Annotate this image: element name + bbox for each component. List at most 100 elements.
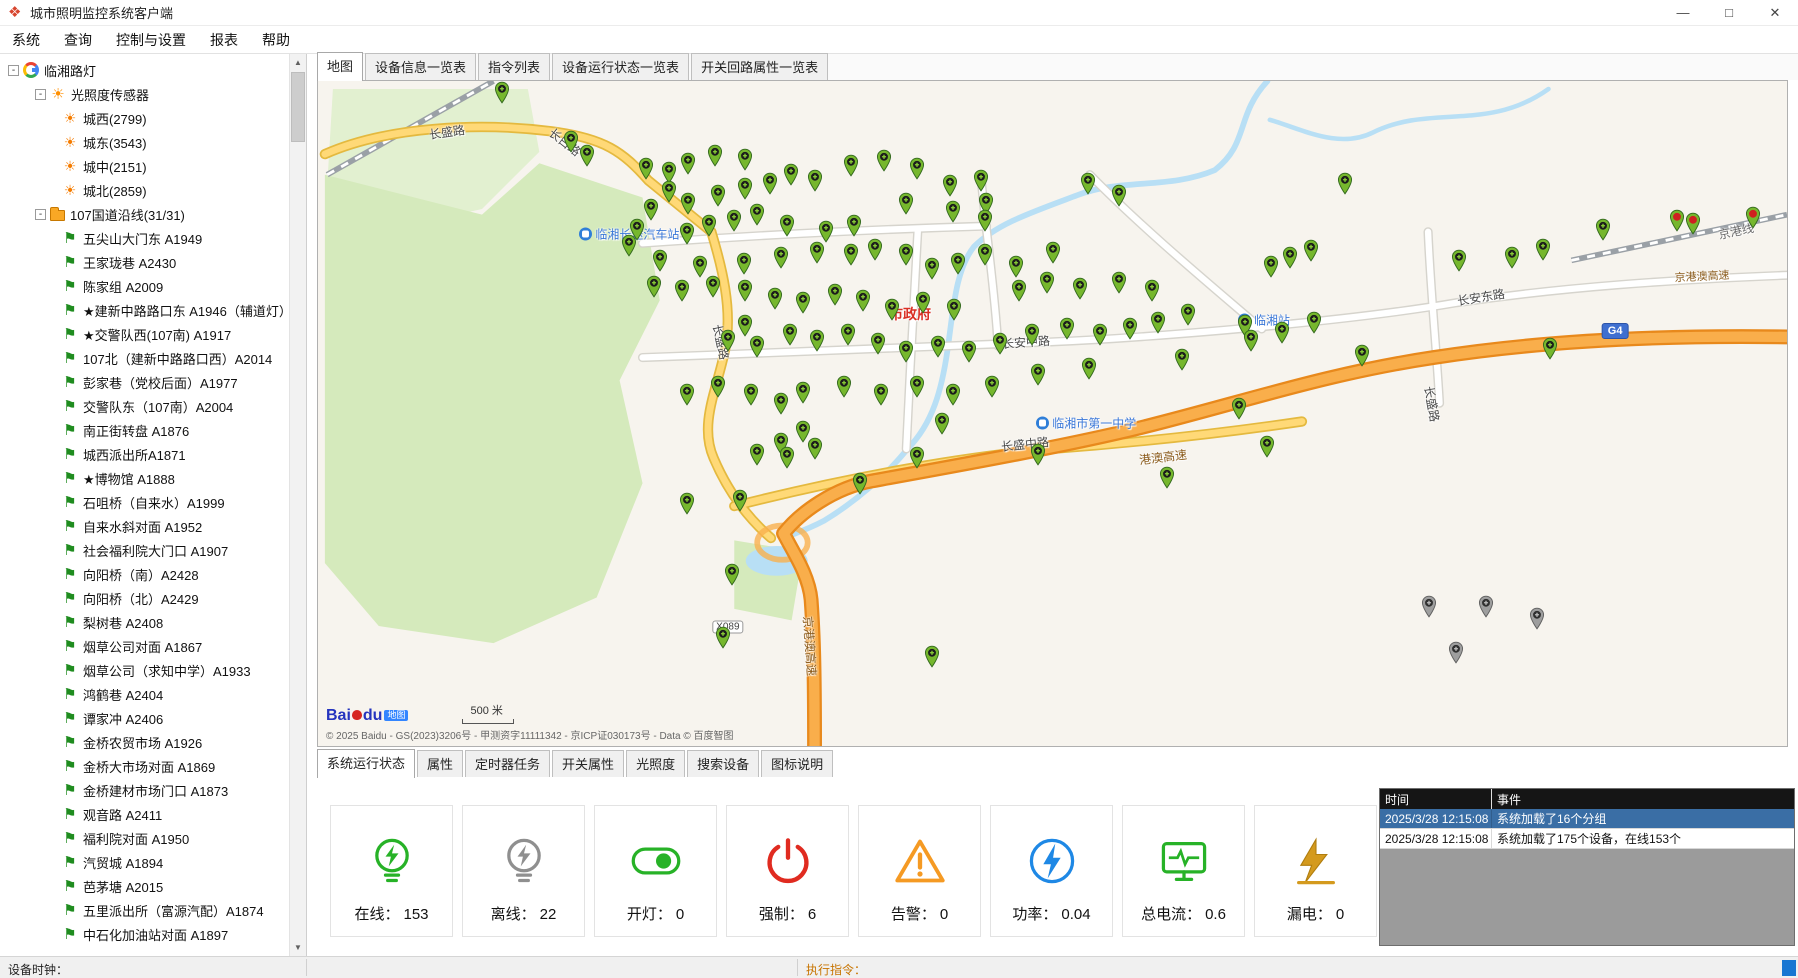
sidebar-scrollbar[interactable]: ▲ ▼ xyxy=(289,54,306,956)
device-pin-marker[interactable] xyxy=(810,241,825,264)
tree-item[interactable]: 烟草公司（求知中学）A1933 xyxy=(0,658,289,682)
device-pin-marker[interactable] xyxy=(1151,311,1166,334)
device-pin-marker[interactable] xyxy=(1421,595,1436,618)
bottom-tab[interactable]: 开关属性 xyxy=(552,750,624,777)
tree-item[interactable]: 鸿鹤巷 A2404 xyxy=(0,682,289,706)
tree-item[interactable]: 城北(2859) xyxy=(0,178,289,202)
bottom-tab[interactable]: 属性 xyxy=(417,750,463,777)
scroll-up-icon[interactable]: ▲ xyxy=(290,54,306,71)
menu-item[interactable]: 报表 xyxy=(198,26,250,53)
tree-item[interactable]: 城西派出所A1871 xyxy=(0,442,289,466)
tree-item[interactable]: 芭茅塘 A2015 xyxy=(0,874,289,898)
tree-item[interactable]: 彭家巷（党校后面）A1977 xyxy=(0,370,289,394)
device-pin-marker[interactable] xyxy=(847,214,862,237)
device-pin-marker[interactable] xyxy=(945,383,960,406)
tree-item[interactable]: 社会福利院大门口 A1907 xyxy=(0,538,289,562)
device-pin-marker[interactable] xyxy=(1174,348,1189,371)
tree-item[interactable]: 福利院对面 A1950 xyxy=(0,826,289,850)
menu-item[interactable]: 控制与设置 xyxy=(104,26,198,53)
tree-item[interactable]: 金桥农贸市场 A1926 xyxy=(0,730,289,754)
device-pin-marker[interactable] xyxy=(1111,184,1126,207)
tree-item[interactable]: 金桥建材市场门口 A1873 xyxy=(0,778,289,802)
device-pin-marker[interactable] xyxy=(841,323,856,346)
device-pin-marker[interactable] xyxy=(1669,209,1684,232)
device-pin-marker[interactable] xyxy=(644,198,659,221)
map-tab[interactable]: 地图 xyxy=(317,52,363,81)
device-pin-marker[interactable] xyxy=(870,332,885,355)
tree-item[interactable]: 谭家冲 A2406 xyxy=(0,706,289,730)
device-pin-marker[interactable] xyxy=(836,375,851,398)
device-pin-marker[interactable] xyxy=(1060,317,1075,340)
device-pin-marker[interactable] xyxy=(961,340,976,363)
scroll-down-icon[interactable]: ▼ xyxy=(290,939,306,956)
tree-item[interactable]: - 光照度传感器 xyxy=(0,82,289,106)
device-pin-marker[interactable] xyxy=(744,383,759,406)
device-pin-marker[interactable] xyxy=(767,287,782,310)
device-pin-marker[interactable] xyxy=(930,335,945,358)
device-pin-marker[interactable] xyxy=(1092,323,1107,346)
tree-item[interactable]: 汽贸城 A1894 xyxy=(0,850,289,874)
bottom-tab[interactable]: 定时器任务 xyxy=(465,750,550,777)
bottom-tab[interactable]: 光照度 xyxy=(626,750,685,777)
device-pin-marker[interactable] xyxy=(784,163,799,186)
device-pin-marker[interactable] xyxy=(1080,172,1095,195)
device-pin-marker[interactable] xyxy=(898,243,913,266)
device-pin-marker[interactable] xyxy=(873,383,888,406)
device-pin-marker[interactable] xyxy=(844,154,859,177)
tree-item[interactable]: 城西(2799) xyxy=(0,106,289,130)
device-pin-marker[interactable] xyxy=(853,472,868,495)
device-pin-marker[interactable] xyxy=(738,177,753,200)
device-pin-marker[interactable] xyxy=(737,252,752,275)
tree-expander-icon[interactable]: - xyxy=(35,209,46,220)
device-pin-marker[interactable] xyxy=(1008,255,1023,278)
tree-item[interactable]: 城中(2151) xyxy=(0,154,289,178)
device-pin-marker[interactable] xyxy=(1030,363,1045,386)
map-tab[interactable]: 设备信息一览表 xyxy=(365,53,476,80)
menu-item[interactable]: 系统 xyxy=(0,26,52,53)
device-pin-marker[interactable] xyxy=(942,174,957,197)
device-pin-marker[interactable] xyxy=(1596,218,1611,241)
tree-item[interactable]: ★博物馆 A1888 xyxy=(0,466,289,490)
device-pin-marker[interactable] xyxy=(951,252,966,275)
device-pin-marker[interactable] xyxy=(1746,206,1761,229)
tree-item[interactable]: 自来水斜对面 A1952 xyxy=(0,514,289,538)
device-pin-marker[interactable] xyxy=(795,381,810,404)
device-pin-marker[interactable] xyxy=(819,220,834,243)
tree-item[interactable]: 107北（建新中路路口西）A2014 xyxy=(0,346,289,370)
device-pin-marker[interactable] xyxy=(1039,271,1054,294)
maximize-button[interactable]: □ xyxy=(1706,0,1752,25)
device-pin-marker[interactable] xyxy=(725,563,740,586)
tree-item[interactable]: 金桥大市场对面 A1869 xyxy=(0,754,289,778)
device-pin-marker[interactable] xyxy=(707,144,722,167)
device-pin-marker[interactable] xyxy=(738,314,753,337)
device-pin-marker[interactable] xyxy=(867,238,882,261)
device-pin-marker[interactable] xyxy=(726,209,741,232)
device-pin-marker[interactable] xyxy=(716,626,731,649)
bottom-tab[interactable]: 系统运行状态 xyxy=(317,749,415,778)
device-pin-marker[interactable] xyxy=(1011,279,1026,302)
device-pin-marker[interactable] xyxy=(662,180,677,203)
device-pin-marker[interactable] xyxy=(992,332,1007,355)
tree-item[interactable]: 观音路 A2411 xyxy=(0,802,289,826)
device-pin-marker[interactable] xyxy=(773,246,788,269)
device-pin-marker[interactable] xyxy=(1536,238,1551,261)
device-pin-marker[interactable] xyxy=(935,412,950,435)
device-pin-marker[interactable] xyxy=(782,323,797,346)
tree-item[interactable]: ★交警队西(107南) A1917 xyxy=(0,322,289,346)
event-log-row[interactable]: 2025/3/28 12:15:08 系统加载了175个设备，在线153个 xyxy=(1380,829,1794,849)
device-pin-marker[interactable] xyxy=(738,279,753,302)
tree-item[interactable]: 五里派出所（富源汽配）A1874 xyxy=(0,898,289,922)
device-pin-marker[interactable] xyxy=(910,375,925,398)
tree-item[interactable]: 梨树巷 A2408 xyxy=(0,610,289,634)
device-pin-marker[interactable] xyxy=(720,329,735,352)
device-pin-marker[interactable] xyxy=(828,283,843,306)
device-pin-marker[interactable] xyxy=(925,257,940,280)
map-tab[interactable]: 设备运行状态一览表 xyxy=(552,53,689,80)
device-pin-marker[interactable] xyxy=(675,279,690,302)
device-pin-marker[interactable] xyxy=(738,148,753,171)
device-pin-marker[interactable] xyxy=(1232,397,1247,420)
device-pin-marker[interactable] xyxy=(1180,303,1195,326)
device-pin-marker[interactable] xyxy=(622,234,637,257)
device-pin-marker[interactable] xyxy=(916,291,931,314)
device-pin-marker[interactable] xyxy=(750,203,765,226)
